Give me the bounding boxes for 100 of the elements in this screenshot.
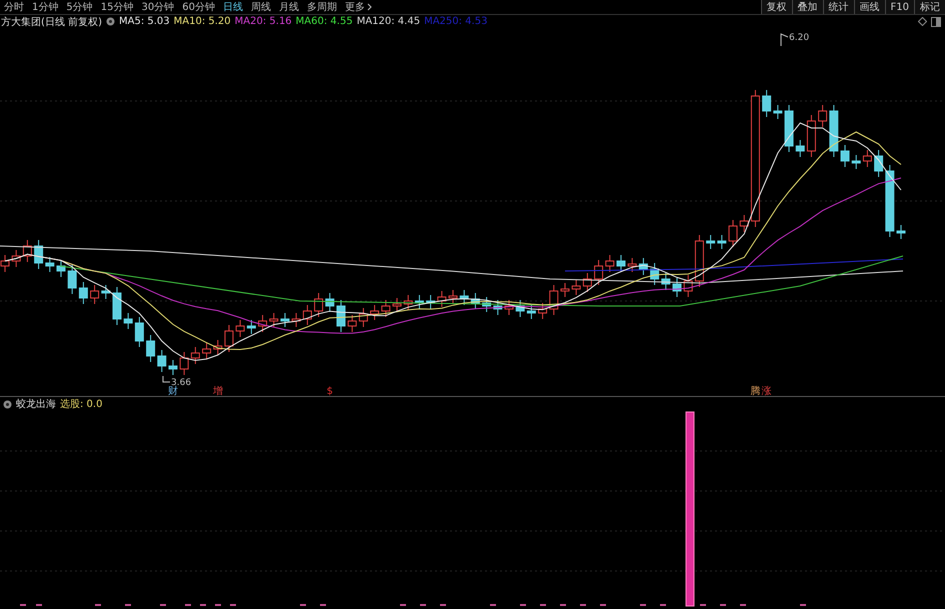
- candlestick: [504, 300, 514, 316]
- candlestick: [22, 240, 32, 262]
- period-tab[interactable]: 周线: [246, 0, 275, 14]
- event-mark: 增: [212, 386, 223, 396]
- candlestick: [112, 286, 122, 326]
- ma-legend-value: MA20: 5.16: [234, 16, 292, 27]
- period-tab[interactable]: 60分钟: [178, 0, 219, 14]
- candlestick: [190, 346, 200, 364]
- candlestick: [582, 272, 592, 292]
- candlestick: [560, 282, 570, 298]
- candlestick: [258, 314, 268, 332]
- period-tab[interactable]: 15分钟: [96, 0, 138, 14]
- candlestick: [852, 154, 861, 170]
- candlestick: [78, 282, 88, 304]
- candlestick: [538, 302, 548, 320]
- candlestick: [314, 292, 324, 318]
- toolbar-button[interactable]: 叠加: [792, 0, 823, 14]
- toolbar-button[interactable]: 复权: [760, 0, 792, 14]
- period-tab[interactable]: 1分钟: [28, 0, 62, 14]
- candlestick: [404, 294, 413, 310]
- event-mark: 腾: [750, 386, 760, 396]
- period-tab[interactable]: 月线: [274, 0, 303, 14]
- candlestick: [470, 292, 480, 310]
- diamond-icon[interactable]: [918, 17, 927, 26]
- candlestick: [45, 256, 54, 272]
- toolbar-button[interactable]: F10: [884, 0, 914, 14]
- panel-icon[interactable]: [931, 16, 941, 26]
- candlestick: [616, 254, 626, 272]
- settings-icon[interactable]: [3, 400, 12, 408]
- period-tab[interactable]: 更多: [340, 0, 376, 14]
- event-mark: $: [326, 386, 333, 396]
- candlestick: [146, 334, 156, 362]
- candlestick: [796, 140, 805, 158]
- candlestick: [896, 224, 906, 240]
- ma-legend-value: MA10: 5.20: [174, 16, 231, 27]
- candlestick: [594, 260, 604, 286]
- settings-icon[interactable]: [106, 17, 115, 26]
- candlestick: [224, 324, 234, 352]
- toolbar-button[interactable]: 标记: [914, 0, 945, 14]
- candlestick: [269, 312, 278, 328]
- leader-line: [780, 33, 788, 46]
- event-mark: 涨: [762, 386, 772, 396]
- candlestick: [717, 234, 726, 250]
- candlestick: [101, 284, 110, 300]
- price-label: 6.20: [789, 33, 810, 43]
- candlestick: [684, 274, 693, 298]
- candlestick: [829, 104, 838, 158]
- candlestick: [381, 300, 390, 318]
- candlestick: [392, 298, 402, 312]
- ma-legend-value: MA60: 4.55: [296, 16, 353, 27]
- candlestick: [246, 320, 256, 334]
- stock-title: 方大集团(日线 前复权): [1, 16, 102, 28]
- period-tab[interactable]: 日线: [218, 0, 247, 14]
- chevron-icon: [366, 3, 372, 11]
- period-tab[interactable]: 多周期: [302, 0, 341, 14]
- candlestick: [325, 292, 334, 312]
- candlestick: [370, 304, 380, 320]
- candlestick: [773, 104, 782, 120]
- candlestick: [90, 284, 100, 304]
- candlestick: [426, 294, 436, 310]
- candlestick: [134, 316, 144, 348]
- candlestick: [482, 296, 492, 312]
- period-tab[interactable]: 5分钟: [62, 0, 97, 14]
- candlestick: [68, 264, 77, 294]
- candlestick: [448, 290, 458, 304]
- candlestick: [12, 250, 21, 268]
- candlestick: [124, 312, 133, 330]
- ma-legend-value: MA250: 4.53: [424, 16, 488, 27]
- candlestick: [806, 114, 816, 158]
- toolbar-button[interactable]: 统计: [822, 0, 854, 14]
- indicator-name: 蛟龙出海: [16, 398, 56, 411]
- candlestick: [572, 280, 581, 296]
- candlestick: [661, 272, 670, 290]
- candlestick: [605, 254, 614, 272]
- candlestick: [728, 220, 738, 248]
- candlestick: [740, 214, 749, 232]
- candlestick: [672, 278, 682, 298]
- candlestick: [650, 262, 660, 286]
- candlestick: [706, 234, 716, 250]
- toolbar-button[interactable]: 画线: [854, 0, 885, 14]
- candlestick: [840, 144, 850, 168]
- candlestick: [236, 320, 245, 338]
- candlestick: [157, 350, 166, 372]
- candlestick: [526, 304, 536, 320]
- candlestick: [414, 294, 424, 310]
- candlestick: [202, 342, 212, 360]
- candlestick: [784, 104, 794, 152]
- candlestick: [549, 284, 558, 316]
- candlestick: [437, 290, 446, 308]
- period-tab[interactable]: 30分钟: [137, 0, 178, 14]
- candlestick: [180, 352, 189, 376]
- candlestick: [358, 308, 368, 328]
- period-tab[interactable]: 分时: [0, 0, 28, 14]
- candlestick: [292, 312, 301, 328]
- event-mark: 财: [168, 386, 178, 396]
- candlestick: [694, 234, 704, 288]
- candlestick: [762, 90, 772, 118]
- candlestick: [493, 300, 502, 316]
- candlestick: [862, 150, 872, 168]
- candlestick: [818, 104, 828, 128]
